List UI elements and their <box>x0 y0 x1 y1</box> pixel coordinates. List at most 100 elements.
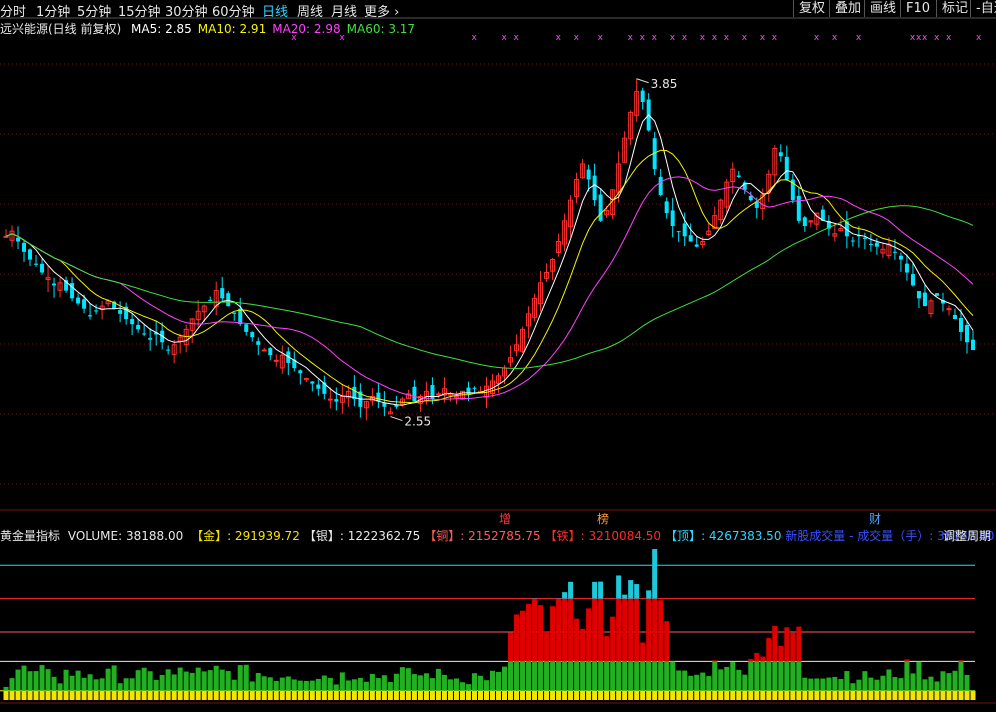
volume-bar-142-band-1 <box>856 679 862 691</box>
volume-bar-97-band-0 <box>586 690 592 700</box>
volume-bar-56-band-0 <box>339 690 345 700</box>
candle-body-133 <box>802 217 807 226</box>
volume-bar-19-band-1 <box>117 683 123 691</box>
volume-bar-76-band-1 <box>459 682 465 691</box>
volume-bar-28-band-0 <box>171 690 177 700</box>
volume-bar-160-band-0 <box>964 690 970 700</box>
volume-bar-36-band-1 <box>219 669 225 691</box>
volume-bar-108-band-3 <box>652 549 658 599</box>
volume-bar-50-band-0 <box>303 690 309 700</box>
volume-bar-103-band-3 <box>622 594 628 599</box>
volume-bar-57-band-1 <box>345 680 351 691</box>
volume-bar-126-band-0 <box>760 690 766 700</box>
volume-bar-70-band-1 <box>423 673 429 691</box>
volume-bar-93-band-2 <box>562 598 568 662</box>
volume-bar-132-band-2 <box>796 626 802 662</box>
volume-bar-105-band-3 <box>634 584 640 599</box>
volume-bar-1-band-1 <box>9 678 15 691</box>
volume-bar-156-band-0 <box>940 690 946 700</box>
signal-marker-8: x <box>628 33 634 43</box>
volume-bar-139-band-1 <box>838 678 844 691</box>
volume-bar-67-band-1 <box>405 668 411 691</box>
candle-body-129 <box>778 152 783 157</box>
kline-chart: 3.852.55xxxxxxxxxxxxxxxxxxxxxxxxxxxxx增榜财 <box>0 17 996 704</box>
candle-body-13 <box>82 299 87 309</box>
volume-bar-153-band-1 <box>922 679 928 691</box>
volume-bar-3-band-0 <box>21 690 27 700</box>
volume-bar-123-band-1 <box>742 674 748 691</box>
volume-bar-120-band-1 <box>724 666 730 691</box>
volume-bar-137-band-0 <box>826 690 832 700</box>
candle-body-161 <box>970 339 975 350</box>
event-marker-1: 榜 <box>597 511 609 526</box>
volume-bar-22-band-0 <box>135 690 141 700</box>
volume-bar-59-band-1 <box>357 677 363 691</box>
candle-body-150 <box>904 263 909 273</box>
volume-bar-54-band-0 <box>327 690 333 700</box>
volume-bar-86-band-1 <box>520 661 526 691</box>
volume-bar-64-band-0 <box>387 690 393 700</box>
volume-bar-106-band-0 <box>640 690 646 700</box>
volume-bar-63-band-1 <box>381 675 387 691</box>
volume-bar-127-band-1 <box>766 661 772 691</box>
volume-bar-45-band-0 <box>273 690 279 700</box>
volume-bar-16-band-0 <box>99 690 105 700</box>
signal-marker-24: x <box>922 33 928 43</box>
volume-bar-1-band-0 <box>9 690 15 700</box>
signal-marker-5: x <box>556 33 562 43</box>
volume-bar-37-band-1 <box>225 671 231 691</box>
volume-bar-73-band-1 <box>441 674 447 691</box>
volume-bar-10-band-0 <box>63 690 69 700</box>
volume-bar-91-band-2 <box>550 606 556 662</box>
signal-marker-19: x <box>814 33 820 43</box>
volume-bar-118-band-0 <box>712 690 718 700</box>
volume-bar-7-band-1 <box>45 669 51 691</box>
candle-body-114 <box>688 235 693 242</box>
volume-bar-2-band-1 <box>15 669 21 691</box>
candle-body-68 <box>412 386 417 402</box>
volume-bar-144-band-0 <box>868 690 874 700</box>
candle-body-8 <box>52 283 57 286</box>
volume-bar-88-band-2 <box>532 598 538 662</box>
volume-bar-43-band-1 <box>261 676 267 691</box>
volume-bar-119-band-1 <box>718 669 724 691</box>
volume-bar-148-band-0 <box>892 690 898 700</box>
volume-bar-81-band-1 <box>490 670 496 691</box>
volume-bar-83-band-1 <box>502 666 508 691</box>
volume-bar-60-band-1 <box>363 681 369 691</box>
volume-bar-133-band-1 <box>802 677 808 691</box>
volume-bar-25-band-1 <box>153 679 159 691</box>
signal-marker-3: x <box>502 33 508 43</box>
volume-bar-124-band-0 <box>748 690 754 700</box>
volume-bar-91-band-0 <box>550 690 556 700</box>
low-pointer <box>390 416 403 422</box>
volume-bar-161-band-0 <box>970 690 976 700</box>
volume-bar-39-band-0 <box>237 690 243 700</box>
volume-bar-156-band-1 <box>940 671 946 691</box>
volume-bar-94-band-0 <box>568 690 574 700</box>
volume-bar-117-band-0 <box>706 690 712 700</box>
volume-bar-29-band-1 <box>177 667 183 691</box>
volume-bar-53-band-1 <box>321 675 327 691</box>
volume-bar-114-band-1 <box>688 675 694 691</box>
volume-bar-41-band-1 <box>249 681 255 691</box>
volume-bar-141-band-1 <box>850 683 856 691</box>
signal-marker-25: x <box>934 33 940 43</box>
volume-bar-75-band-0 <box>453 690 459 700</box>
volume-bar-84-band-0 <box>508 690 514 700</box>
volume-bar-76-band-0 <box>459 690 465 700</box>
candle-body-39 <box>238 308 243 325</box>
volume-bar-22-band-1 <box>135 670 141 691</box>
volume-bar-55-band-0 <box>333 690 339 700</box>
volume-bar-12-band-0 <box>75 690 81 700</box>
volume-bar-7-band-0 <box>45 690 51 700</box>
candle-body-34 <box>208 299 213 301</box>
candle-body-110 <box>664 201 669 214</box>
volume-bar-20-band-1 <box>123 678 129 691</box>
candle-body-98 <box>592 175 597 201</box>
signal-marker-10: x <box>652 33 658 43</box>
volume-bar-27-band-1 <box>165 669 171 691</box>
candle-body-141 <box>850 240 855 242</box>
candle-body-109 <box>658 176 663 195</box>
volume-bar-131-band-1 <box>790 661 796 691</box>
